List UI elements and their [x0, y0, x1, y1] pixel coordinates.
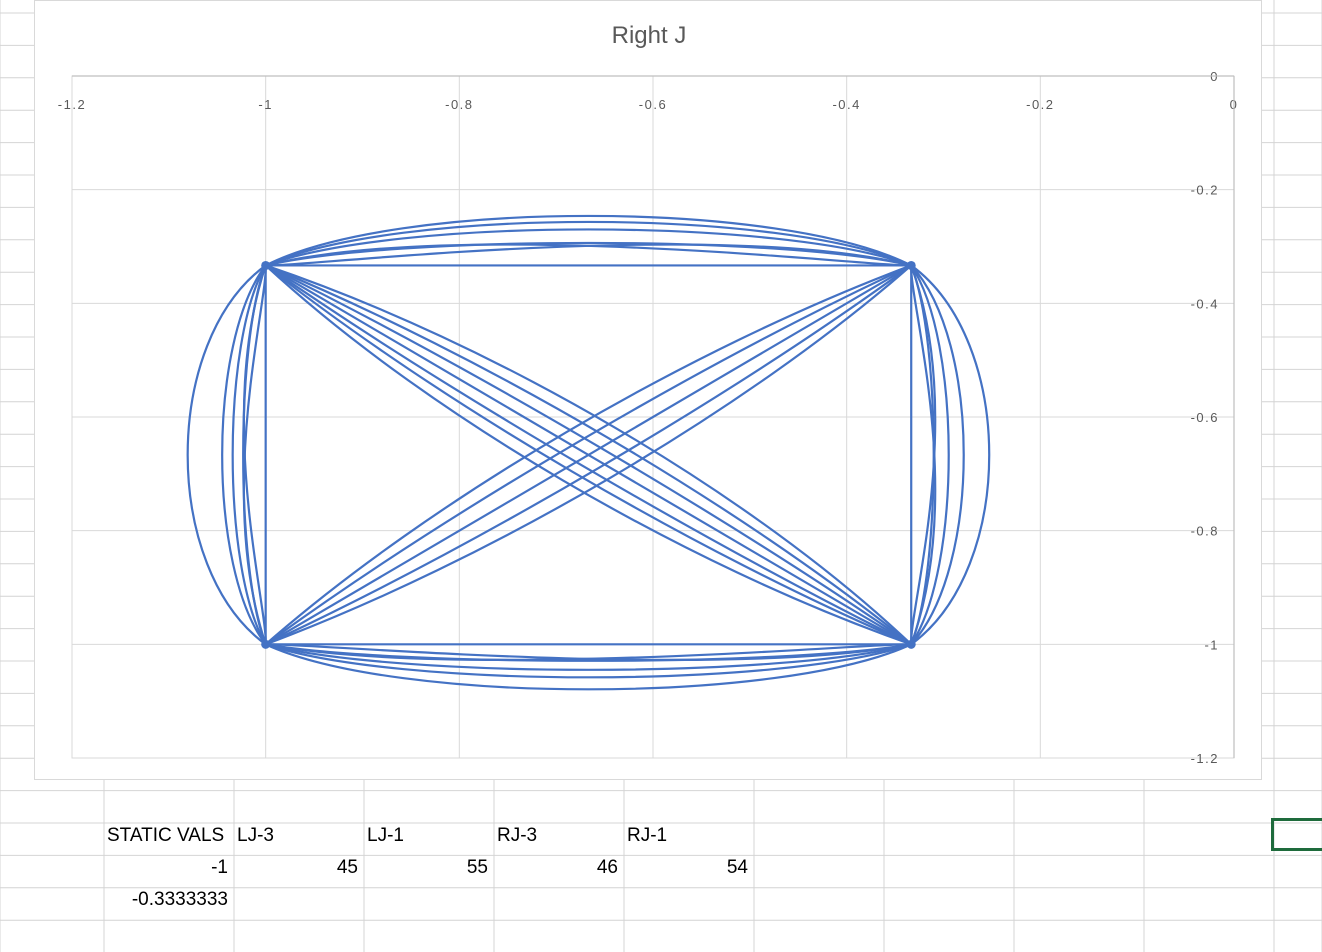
series-line [242, 265, 267, 645]
series-line [242, 265, 267, 645]
cell[interactable]: LJ-1 [367, 820, 404, 852]
x-tick-label: -1.2 [58, 97, 86, 112]
data-point [261, 260, 271, 270]
series-line [186, 264, 267, 646]
series-line [910, 265, 937, 645]
x-tick-label: -0.4 [832, 97, 860, 112]
x-tick-label: -1 [258, 97, 273, 112]
active-cell-selection[interactable] [1271, 818, 1322, 851]
y-tick-label: -0.2 [1191, 183, 1219, 198]
series-line [265, 243, 912, 267]
scatter-plot: -1.2-1-0.8-0.6-0.4-0.200-0.2-0.4-0.6-0.8… [58, 22, 1237, 766]
cell[interactable]: RJ-3 [497, 820, 537, 852]
cell[interactable]: 55 [364, 852, 488, 884]
y-tick-label: -1.2 [1191, 751, 1219, 766]
cell[interactable]: -0.3333333 [104, 884, 228, 916]
x-tick-label: -0.6 [639, 97, 667, 112]
series-line [910, 265, 937, 645]
series-line [265, 643, 912, 661]
y-tick-label: -0.6 [1191, 410, 1219, 425]
series-line [265, 643, 912, 691]
series-line [231, 264, 267, 645]
series-line [910, 264, 991, 646]
series-line [265, 643, 912, 661]
cell[interactable]: LJ-3 [237, 820, 274, 852]
chart-area[interactable]: -1.2-1-0.8-0.6-0.4-0.200-0.2-0.4-0.6-0.8… [34, 0, 1262, 780]
cell[interactable]: 46 [494, 852, 618, 884]
x-tick-label: -0.2 [1026, 97, 1054, 112]
data-point [906, 260, 916, 270]
y-tick-label: -0.4 [1191, 296, 1219, 311]
data-point [906, 639, 916, 649]
cell[interactable]: -1 [104, 852, 228, 884]
cell[interactable]: 45 [234, 852, 358, 884]
y-tick-label: -1 [1204, 637, 1219, 652]
data-point [261, 639, 271, 649]
series-line [265, 243, 912, 267]
cell[interactable]: RJ-1 [627, 820, 667, 852]
cell[interactable]: 54 [624, 852, 748, 884]
cell[interactable]: STATIC VALS [107, 820, 224, 852]
chart-title: Right J [612, 22, 687, 49]
y-tick-label: -0.8 [1191, 524, 1219, 539]
series-line [910, 265, 935, 645]
x-tick-label: -0.8 [445, 97, 473, 112]
